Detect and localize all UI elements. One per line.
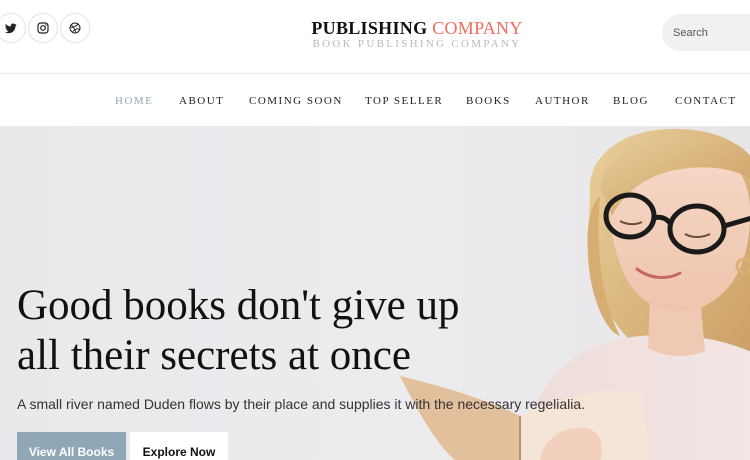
hero-headline: Good books don't give up all their secre… xyxy=(17,281,460,381)
brand-subtitle: BOOK PUBLISHING COMPANY xyxy=(312,38,522,50)
search-input[interactable] xyxy=(673,26,750,39)
nav-item-blog[interactable]: BLOG xyxy=(613,95,649,107)
nav-item-about[interactable]: ABOUT xyxy=(179,95,224,107)
hero-tagline: A small river named Duden flows by their… xyxy=(17,396,586,412)
view-all-books-button[interactable]: View All Books xyxy=(17,432,126,460)
top-bar: PUBLISHING COMPANY BOOK PUBLISHING COMPA… xyxy=(0,0,750,74)
nav-item-author[interactable]: AUTHOR xyxy=(535,95,590,107)
nav-item-top-seller[interactable]: TOP SELLER xyxy=(365,95,443,107)
hero-headline-line1: Good books don't give up xyxy=(17,282,460,329)
brand-main-text: PUBLISHING xyxy=(311,18,428,38)
nav-item-books[interactable]: BOOKS xyxy=(466,95,511,107)
hero-section: Good books don't give up all their secre… xyxy=(0,126,750,460)
brand-accent-text: COMPANY xyxy=(432,18,523,38)
hero-headline-line2: all their secrets at once xyxy=(17,332,411,379)
main-nav: HOME ABOUT COMING SOON TOP SELLER BOOKS … xyxy=(0,75,750,126)
brand-logo[interactable]: PUBLISHING COMPANY BOOK PUBLISHING COMPA… xyxy=(0,18,750,50)
explore-now-button[interactable]: Explore Now xyxy=(130,432,228,460)
nav-item-home[interactable]: HOME xyxy=(115,95,153,107)
nav-item-coming-soon[interactable]: COMING SOON xyxy=(249,95,343,107)
brand-title: PUBLISHING COMPANY xyxy=(0,18,750,38)
nav-item-contact[interactable]: CONTACT xyxy=(675,95,737,107)
search-box xyxy=(662,14,750,51)
